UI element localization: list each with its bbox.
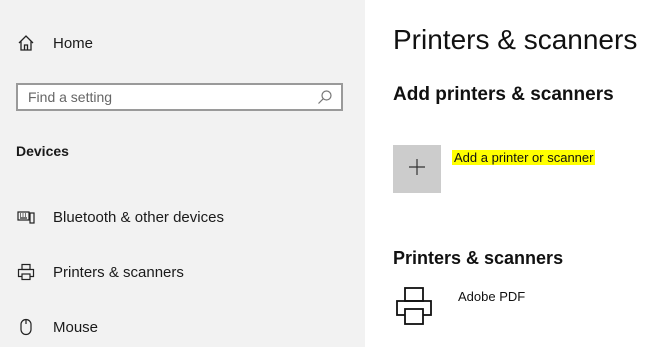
- sidebar-item-bluetooth[interactable]: Bluetooth & other devices: [16, 204, 224, 230]
- sidebar-item-label: Bluetooth & other devices: [53, 208, 224, 226]
- add-printer-button[interactable]: [393, 145, 441, 193]
- search-input[interactable]: [18, 85, 318, 109]
- printer-icon: [393, 285, 435, 327]
- nav-home-label: Home: [53, 34, 94, 52]
- sidebar: Home Devices Bluetooth & other devices: [0, 0, 365, 347]
- sidebar-item-label: Printers & scanners: [53, 263, 184, 281]
- plus-icon: [408, 158, 426, 181]
- search-box: [16, 83, 343, 111]
- sidebar-item-label: Mouse: [53, 318, 99, 336]
- home-icon: [16, 33, 36, 53]
- printers-list-title: Printers & scanners: [393, 248, 564, 268]
- page-title: Printers & scanners: [393, 24, 638, 55]
- sidebar-item-printers[interactable]: Printers & scanners: [16, 259, 184, 285]
- printer-name: Adobe PDF: [458, 289, 526, 304]
- add-section-title: Add printers & scanners: [393, 84, 614, 105]
- printer-item-adobe-pdf[interactable]: Adobe PDF: [393, 285, 643, 333]
- bluetooth-devices-icon: [16, 207, 36, 227]
- sidebar-item-mouse[interactable]: Mouse: [16, 314, 98, 340]
- nav-home[interactable]: Home: [16, 30, 93, 56]
- mouse-icon: [16, 317, 36, 337]
- add-printer-link[interactable]: Add a printer or scanner: [452, 150, 596, 165]
- printer-icon: [16, 262, 36, 282]
- section-label-devices: Devices: [16, 143, 69, 159]
- search-icon[interactable]: [317, 89, 333, 105]
